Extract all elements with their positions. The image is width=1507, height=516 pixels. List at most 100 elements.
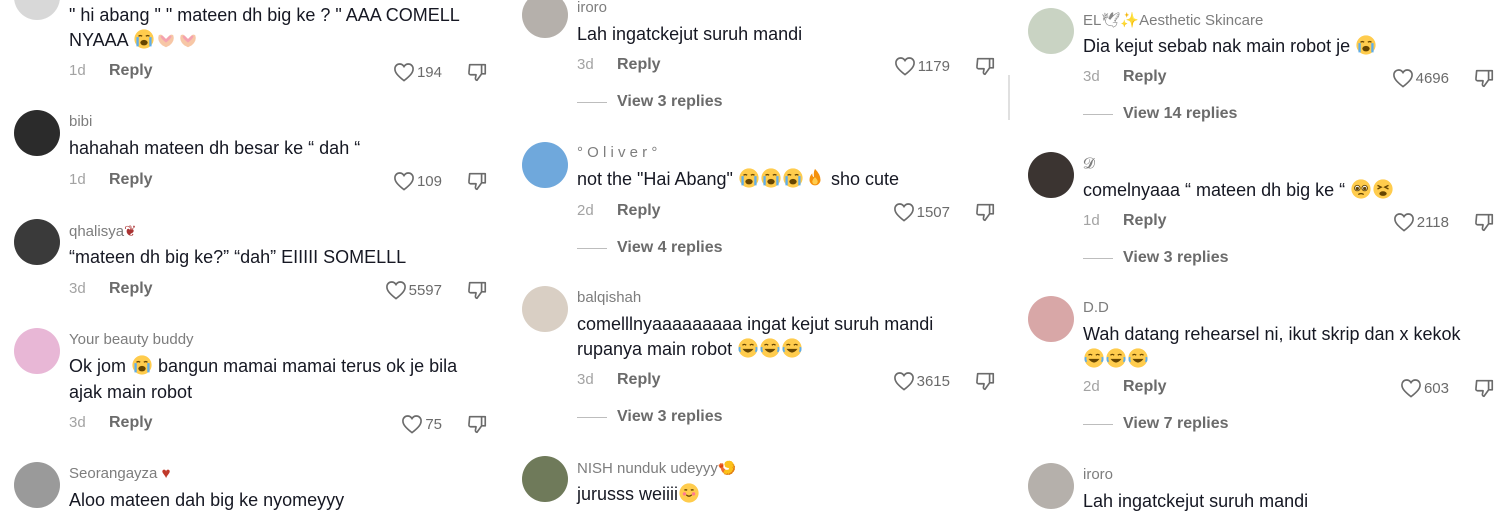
comment-username[interactable]: bibi — [69, 113, 92, 130]
avatar[interactable] — [14, 110, 60, 156]
avatar[interactable] — [522, 456, 568, 502]
like-button[interactable]: 603 — [1400, 378, 1449, 398]
loudly-crying-face-emoji — [1355, 34, 1377, 56]
view-replies-button[interactable]: View 4 replies — [577, 238, 723, 258]
heart-icon — [1400, 378, 1422, 398]
comment-text: Ok jom bangun mamai mamai terus ok je bi… — [69, 356, 458, 376]
comment-item: Seorangayza ♥ Aloo mateen dah big ke nyo… — [14, 462, 500, 516]
reply-button[interactable]: Reply — [109, 414, 153, 432]
like-button[interactable]: 109 — [393, 171, 442, 191]
reply-button[interactable]: Reply — [617, 371, 661, 389]
like-count: 5597 — [408, 281, 442, 299]
like-button[interactable]: 1507 — [893, 202, 950, 222]
reply-button[interactable]: Reply — [617, 56, 661, 74]
like-button[interactable]: 4696 — [1392, 68, 1449, 88]
comment-item: EL🕊✨Aesthetic Skincare Dia kejut sebab n… — [1028, 8, 1507, 128]
face-with-tears-of-joy-emoji — [1083, 347, 1105, 369]
view-replies-button[interactable]: View 3 replies — [577, 92, 723, 112]
heart-icon — [393, 171, 415, 191]
comment-date: 1d — [69, 62, 86, 79]
avatar[interactable] — [14, 462, 60, 508]
avatar[interactable] — [522, 0, 568, 38]
fire-emoji — [804, 167, 826, 189]
reply-button[interactable]: Reply — [1123, 378, 1167, 396]
reply-button[interactable]: Reply — [1123, 68, 1167, 86]
like-button[interactable]: 5597 — [385, 280, 442, 300]
comment-username[interactable]: Your beauty buddy — [69, 331, 194, 348]
avatar[interactable] — [1028, 296, 1074, 342]
comment-date: 1d — [69, 171, 86, 188]
reply-button[interactable]: Reply — [109, 62, 153, 80]
comment-date: 3d — [69, 280, 86, 297]
like-button[interactable]: 1179 — [894, 56, 950, 76]
comment-meta: 3d Reply 4696 — [1083, 68, 1507, 90]
comment-item: bibi hahahah mateen dh besar ke “ dah “ … — [14, 110, 500, 194]
comment-username[interactable]: EL🕊✨Aesthetic Skincare — [1083, 11, 1263, 29]
avatar[interactable] — [522, 142, 568, 188]
dislike-icon[interactable] — [1473, 211, 1495, 233]
comment-text: Aloo mateen dah big ke nyomeyyy — [69, 490, 345, 510]
like-button[interactable]: 194 — [393, 62, 442, 82]
divider — [577, 247, 607, 249]
comment-text: comelllnyaaaaaaaaa ingat kejut suruh man… — [577, 314, 934, 334]
reply-button[interactable]: Reply — [1123, 212, 1167, 230]
dislike-icon[interactable] — [1473, 377, 1495, 399]
dislike-icon[interactable] — [466, 413, 488, 435]
dislike-icon[interactable] — [974, 201, 996, 223]
comment-username[interactable]: D.D — [1083, 299, 1109, 316]
view-replies-button[interactable]: View 7 replies — [1083, 414, 1229, 434]
smiling-face-with-hearts-emoji — [678, 482, 700, 504]
comment-text: NYAAA — [69, 28, 199, 53]
like-count: 109 — [416, 172, 442, 190]
reply-button[interactable]: Reply — [617, 202, 661, 220]
view-replies-button[interactable]: View 14 replies — [1083, 104, 1237, 124]
heart-icon — [1392, 68, 1414, 88]
dislike-icon[interactable] — [1473, 67, 1495, 89]
reply-button[interactable]: Reply — [109, 171, 153, 189]
sparkles-emoji: ✨ — [1120, 12, 1140, 29]
like-button[interactable]: 3615 — [893, 371, 950, 391]
avatar[interactable] — [14, 328, 60, 374]
comment-username[interactable]: iroro — [577, 0, 607, 16]
avatar[interactable] — [14, 219, 60, 265]
comment-username[interactable]: iroro — [1083, 466, 1113, 483]
like-button[interactable]: 75 — [401, 414, 442, 434]
comment-username[interactable]: NISH nunduk udeyyy🍤 — [577, 459, 737, 477]
avatar[interactable] — [1028, 152, 1074, 198]
comment-username[interactable]: ° O l i v e r ° — [577, 144, 657, 161]
loudly-crying-face-emoji — [738, 167, 760, 189]
loudly-crying-face-emoji — [782, 167, 804, 189]
comment-item: Your beauty buddy Ok jom bangun mamai ma… — [14, 328, 500, 438]
dislike-icon[interactable] — [974, 55, 996, 77]
loudly-crying-face-emoji — [760, 167, 782, 189]
avatar[interactable] — [1028, 8, 1074, 54]
avatar[interactable] — [14, 0, 60, 20]
comment-item: iroro Lah ingatckejut suruh mandi 3d Rep… — [522, 0, 1008, 114]
like-button[interactable]: 2118 — [1393, 212, 1449, 232]
comment-text: Lah ingatckejut suruh mandi — [577, 24, 803, 44]
dislike-icon[interactable] — [466, 170, 488, 192]
comment-text: not the "Hai Abang" sho cute — [577, 167, 899, 189]
avatar[interactable] — [522, 286, 568, 332]
comment-text: hahahah mateen dh besar ke “ dah “ — [69, 138, 361, 158]
comment-date: 2d — [577, 202, 594, 219]
like-count: 603 — [1423, 379, 1449, 397]
dislike-icon[interactable] — [466, 61, 488, 83]
avatar[interactable] — [1028, 463, 1074, 509]
dislike-icon[interactable] — [974, 370, 996, 392]
comment-text: comelnyaaa “ mateen dh big ke “ — [1083, 178, 1394, 203]
comment-username[interactable]: 𝓓 — [1083, 155, 1095, 172]
view-replies-button[interactable]: View 3 replies — [577, 407, 723, 427]
heart-icon — [393, 62, 415, 82]
reply-button[interactable]: Reply — [109, 280, 153, 298]
comment-item: qhalisya❦ “mateen dh big ke?” “dah” EIII… — [14, 219, 500, 303]
comment-item: iroro Lah ingatckejut suruh mandi — [1028, 463, 1507, 516]
view-replies-button[interactable]: View 3 replies — [1083, 248, 1229, 268]
comment-username[interactable]: qhalisya❦ — [69, 222, 137, 240]
comment-username[interactable]: Seorangayza ♥ — [69, 465, 170, 482]
scrollbar[interactable] — [1008, 75, 1010, 120]
divider — [577, 416, 607, 418]
dislike-icon[interactable] — [466, 279, 488, 301]
comment-username[interactable]: balqishah — [577, 289, 641, 306]
comment-item: " hi abang " " mateen dh big ke ? " AAA … — [14, 0, 500, 84]
